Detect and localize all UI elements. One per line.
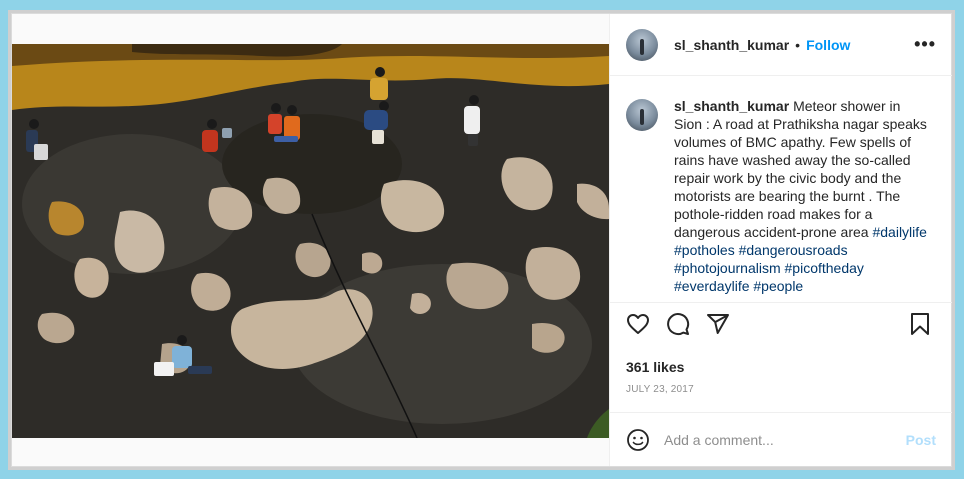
comment-icon[interactable] [666,312,690,336]
action-bar [610,304,952,348]
author-username[interactable]: sl_shanth_kumar [674,37,789,53]
follow-button[interactable]: Follow [806,37,850,53]
post-header: sl_shanth_kumar • Follow ••• [610,14,952,76]
hashtag[interactable]: #picoftheday [785,260,864,276]
hashtag[interactable]: #dangerousroads [739,242,848,258]
caption-username[interactable]: sl_shanth_kumar [674,98,789,114]
post-photo[interactable] [12,44,609,438]
post-comment-button[interactable]: Post [906,432,936,448]
caption-avatar[interactable] [626,99,658,131]
bookmark-icon[interactable] [908,312,932,336]
post-caption: sl_shanth_kumar Meteor shower in Sion : … [610,77,952,303]
caption-text: Meteor shower in Sion : A road at Prathi… [674,98,927,240]
caption-body: sl_shanth_kumar Meteor shower in Sion : … [674,97,928,302]
comment-box: Post [610,412,952,466]
hashtag[interactable]: #everdaylife [674,278,750,294]
photo-area [12,14,609,466]
emoji-icon[interactable] [626,428,650,452]
post-side-panel: sl_shanth_kumar • Follow ••• sl_shanth_k… [609,14,952,466]
likes-count[interactable]: 361 likes [626,359,684,375]
hashtag[interactable]: #people [753,278,803,294]
author-avatar[interactable] [626,28,658,61]
share-icon[interactable] [706,312,730,336]
photo-image [12,44,609,438]
hashtag[interactable]: #photojournalism [674,260,781,276]
hashtag[interactable]: #potholes [674,242,735,258]
heart-icon[interactable] [626,312,650,336]
hashtag[interactable]: #dailylife [872,224,926,240]
post-date: JULY 23, 2017 [626,384,694,395]
ellipsis-horizontal-icon[interactable]: ••• [914,35,936,53]
separator-dot: • [795,36,801,53]
comment-input[interactable] [664,431,884,448]
post-card: sl_shanth_kumar • Follow ••• sl_shanth_k… [11,13,952,467]
